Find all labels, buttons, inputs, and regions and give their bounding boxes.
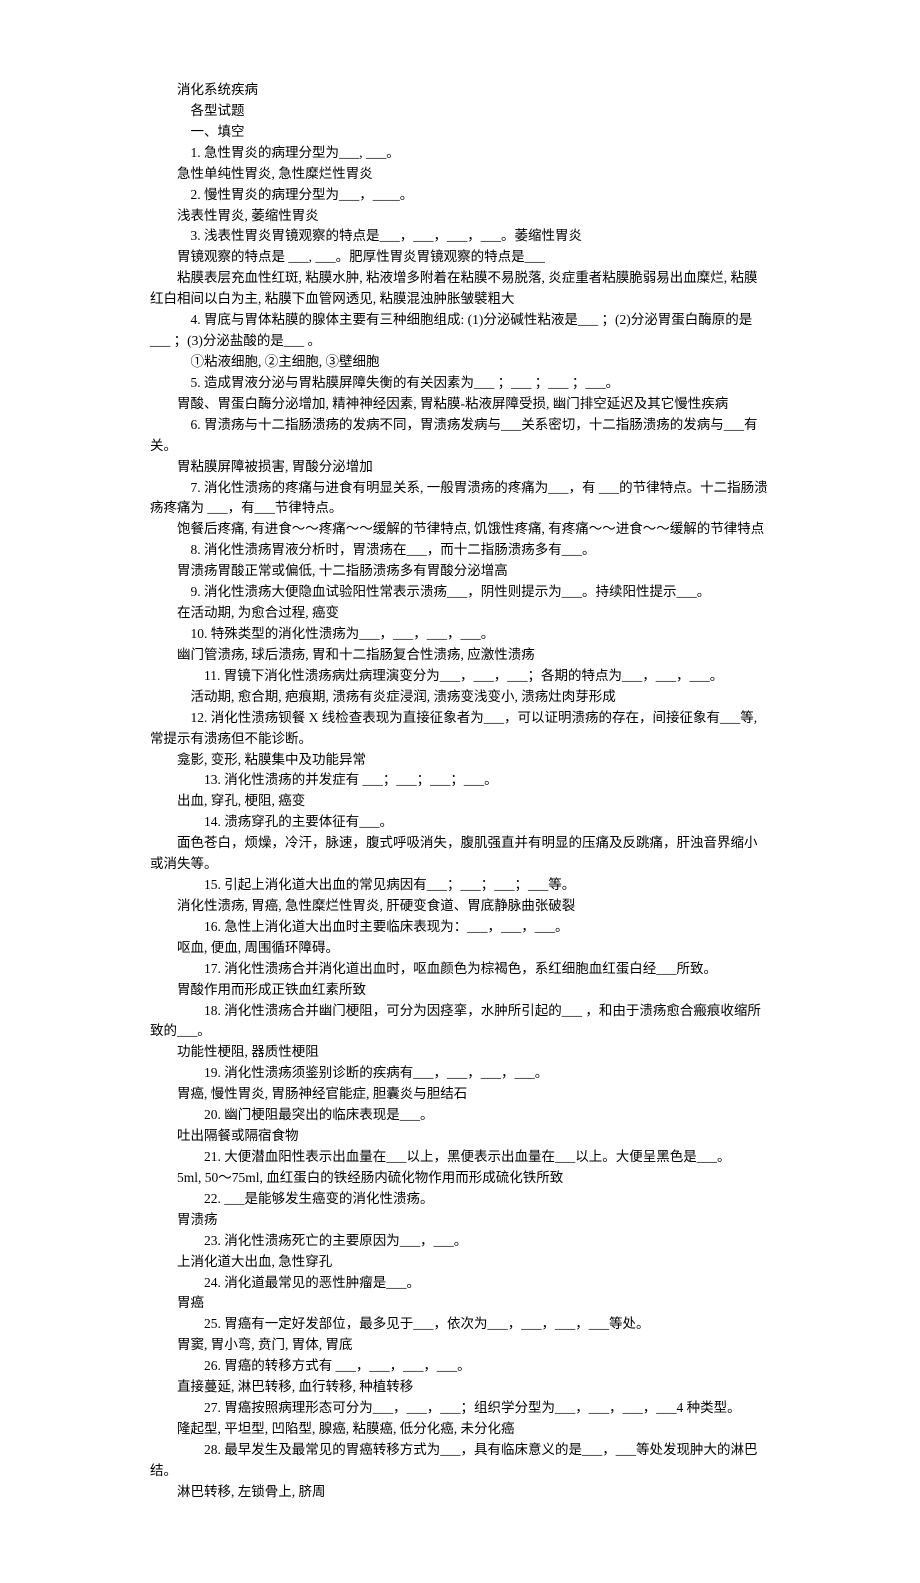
text-line: 胃粘膜屏障被损害, 胃酸分泌增加 bbox=[150, 457, 770, 478]
text-line: 幽门管溃疡, 球后溃疡, 胃和十二指肠复合性溃疡, 应激性溃疡 bbox=[150, 645, 770, 666]
text-line: 11. 胃镜下消化性溃疡病灶病理演变分为___，___，___；各期的特点为__… bbox=[150, 666, 770, 687]
text-line: 淋巴转移, 左锁骨上, 脐周 bbox=[150, 1482, 770, 1503]
text-line: 16. 急性上消化道大出血时主要临床表现为：___，___，___。 bbox=[150, 917, 770, 938]
text-line: 粘膜表层充血性红斑, 粘膜水肿, 粘液增多附着在粘膜不易脱落, 炎症重者粘膜脆弱… bbox=[150, 268, 770, 310]
text-line: 各型试题 bbox=[150, 101, 770, 122]
text-line: 5. 造成胃液分泌与胃粘膜屏障失衡的有关因素为___ ；___ ；___ ；__… bbox=[150, 373, 770, 394]
text-line: 8. 消化性溃疡胃液分析时，胃溃疡在___，而十二指肠溃疡多有___。 bbox=[150, 540, 770, 561]
text-line: ①粘液细胞, ②主细胞, ③壁细胞 bbox=[150, 352, 770, 373]
text-line: 22. ___是能够发生癌变的消化性溃疡。 bbox=[150, 1189, 770, 1210]
text-line: 9. 消化性溃疡大便隐血试验阳性常表示溃疡___，阴性则提示为___。持续阳性提… bbox=[150, 582, 770, 603]
text-line: 龛影, 变形, 粘膜集中及功能异常 bbox=[150, 750, 770, 771]
text-line: 3. 浅表性胃炎胃镜观察的特点是___，___，___，___。萎缩性胃炎 bbox=[150, 226, 770, 247]
text-line: 胃癌 bbox=[150, 1293, 770, 1314]
text-line: 21. 大便潜血阳性表示出血量在___以上，黑便表示出血量在___以上。大便呈黑… bbox=[150, 1147, 770, 1168]
text-line: 27. 胃癌按照病理形态可分为___，___，___；组织学分型为___，___… bbox=[150, 1398, 770, 1419]
text-line: 4. 胃底与胃体粘膜的腺体主要有三种细胞组成: (1)分泌碱性粘液是___ ；(… bbox=[150, 310, 770, 352]
document-body: 消化系统疾病各型试题一、填空1. 急性胃炎的病理分型为___, ___。急性单纯… bbox=[150, 80, 770, 1503]
text-line: 1. 急性胃炎的病理分型为___, ___。 bbox=[150, 143, 770, 164]
text-line: 胃镜观察的特点是 ___, ___。肥厚性胃炎胃镜观察的特点是___ bbox=[150, 247, 770, 268]
text-line: 24. 消化道最常见的恶性肿瘤是___。 bbox=[150, 1273, 770, 1294]
text-line: 15. 引起上消化道大出血的常见病因有___；___；___；___等。 bbox=[150, 875, 770, 896]
text-line: 饱餐后疼痛, 有进食～～疼痛～～缓解的节律特点, 饥饿性疼痛, 有疼痛～～进食～… bbox=[150, 519, 770, 540]
text-line: 胃溃疡 bbox=[150, 1210, 770, 1231]
text-line: 一、填空 bbox=[150, 122, 770, 143]
text-line: 胃酸、胃蛋白酶分泌增加, 精神神经因素, 胃粘膜-粘液屏障受损, 幽门排空延迟及… bbox=[150, 394, 770, 415]
text-line: 胃溃疡胃酸正常或偏低, 十二指肠溃疡多有胃酸分泌增高 bbox=[150, 561, 770, 582]
text-line: 23. 消化性溃疡死亡的主要原因为___，___。 bbox=[150, 1231, 770, 1252]
text-line: 活动期, 愈合期, 疤痕期, 溃疡有炎症浸润, 溃疡变浅变小, 溃疡灶肉芽形成 bbox=[150, 687, 770, 708]
text-line: 13. 消化性溃疡的并发症有 ___；___；___；___。 bbox=[150, 770, 770, 791]
text-line: 吐出隔餐或隔宿食物 bbox=[150, 1126, 770, 1147]
text-line: 胃酸作用而形成正铁血红素所致 bbox=[150, 980, 770, 1001]
text-line: 6. 胃溃疡与十二指肠溃疡的发病不同，胃溃疡发病与___关系密切，十二指肠溃疡的… bbox=[150, 415, 770, 457]
text-line: 2. 慢性胃炎的病理分型为___，____。 bbox=[150, 185, 770, 206]
text-line: 急性单纯性胃炎, 急性糜烂性胃炎 bbox=[150, 164, 770, 185]
text-line: 25. 胃癌有一定好发部位，最多见于___，依次为___，___，___，___… bbox=[150, 1314, 770, 1335]
text-line: 面色苍白，烦燥，冷汗，脉速，腹式呼吸消失，腹肌强直并有明显的压痛及反跳痛，肝浊音… bbox=[150, 833, 770, 875]
text-line: 在活动期, 为愈合过程, 癌变 bbox=[150, 603, 770, 624]
text-line: 胃窦, 胃小弯, 贲门, 胃体, 胃底 bbox=[150, 1335, 770, 1356]
text-line: 7. 消化性溃疡的疼痛与进食有明显关系, 一般胃溃疡的疼痛为___，有 ___的… bbox=[150, 478, 770, 520]
text-line: 直接蔓延, 淋巴转移, 血行转移, 种植转移 bbox=[150, 1377, 770, 1398]
text-line: 胃癌, 慢性胃炎, 胃肠神经官能症, 胆囊炎与胆结石 bbox=[150, 1084, 770, 1105]
text-line: 出血, 穿孔, 梗阻, 癌变 bbox=[150, 791, 770, 812]
text-line: 14. 溃疡穿孔的主要体征有___。 bbox=[150, 812, 770, 833]
text-line: 20. 幽门梗阻最突出的临床表现是___。 bbox=[150, 1105, 770, 1126]
text-line: 隆起型, 平坦型, 凹陷型, 腺癌, 粘膜癌, 低分化癌, 未分化癌 bbox=[150, 1419, 770, 1440]
text-line: 19. 消化性溃疡须鉴别诊断的疾病有___，___，___，___。 bbox=[150, 1063, 770, 1084]
text-line: 浅表性胃炎, 萎缩性胃炎 bbox=[150, 206, 770, 227]
text-line: 呕血, 便血, 周围循环障碍。 bbox=[150, 938, 770, 959]
text-line: 12. 消化性溃疡钡餐 X 线检查表现为直接征象者为___，可以证明溃疡的存在，… bbox=[150, 708, 770, 750]
text-line: 10. 特殊类型的消化性溃疡为___，___，___，___。 bbox=[150, 624, 770, 645]
text-line: 消化系统疾病 bbox=[150, 80, 770, 101]
text-line: 18. 消化性溃疡合并幽门梗阻，可分为因痉挛，水肿所引起的___ ，和由于溃疡愈… bbox=[150, 1001, 770, 1043]
text-line: 功能性梗阻, 器质性梗阻 bbox=[150, 1042, 770, 1063]
text-line: 上消化道大出血, 急性穿孔 bbox=[150, 1252, 770, 1273]
text-line: 5ml, 50～75ml, 血红蛋白的铁经肠内硫化物作用而形成硫化铁所致 bbox=[150, 1168, 770, 1189]
text-line: 17. 消化性溃疡合并消化道出血时，呕血颜色为棕褐色，系红细胞血红蛋白经___所… bbox=[150, 959, 770, 980]
text-line: 26. 胃癌的转移方式有 ___，___，___，___。 bbox=[150, 1356, 770, 1377]
text-line: 28. 最早发生及最常见的胃癌转移方式为___，具有临床意义的是___，___等… bbox=[150, 1440, 770, 1482]
text-line: 消化性溃疡, 胃癌, 急性糜烂性胃炎, 肝硬变食道、胃底静脉曲张破裂 bbox=[150, 896, 770, 917]
